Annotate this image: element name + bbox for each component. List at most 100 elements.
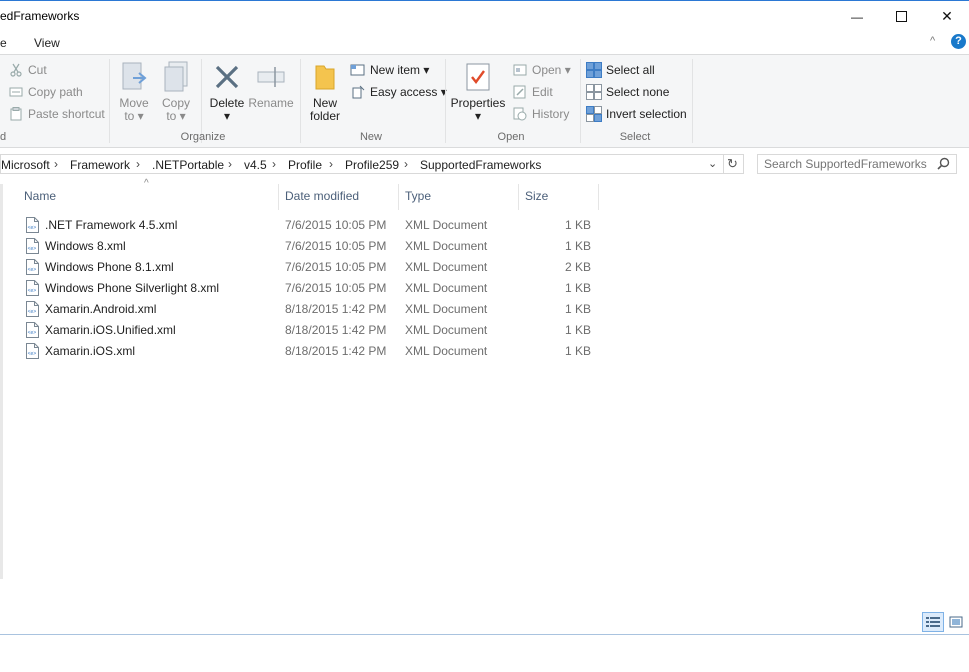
minimize-icon: — [851, 9, 863, 24]
breadcrumb-netportable[interactable]: .NETPortable [152, 158, 224, 172]
file-name: Windows Phone 8.1.xml [45, 260, 174, 274]
column-divider[interactable] [398, 184, 399, 210]
column-header-type[interactable]: Type [405, 189, 431, 203]
file-row[interactable]: <e> Windows Phone 8.1.xml 7/6/2015 10:05 P… [22, 257, 602, 278]
easy-access-button[interactable]: Easy access ▾ [350, 83, 447, 101]
sort-ascending-icon: ^ [144, 178, 149, 189]
file-date-modified: 7/6/2015 10:05 PM [285, 281, 387, 295]
copy-to-label-2: to [166, 109, 177, 123]
file-date-modified: 8/18/2015 1:42 PM [285, 302, 387, 316]
file-row[interactable]: <e> Windows Phone Silverlight 8.xml 7/6/20… [22, 278, 602, 299]
new-folder-button[interactable]: New folder [306, 61, 344, 123]
chevron-right-icon[interactable]: › [228, 157, 232, 171]
large-icons-view-button[interactable] [945, 612, 967, 632]
delete-button[interactable]: Delete ▾ [206, 61, 248, 123]
column-divider[interactable] [598, 184, 599, 210]
file-type: XML Document [405, 239, 488, 253]
copy-to-button[interactable]: Copy to ▾ [158, 61, 194, 123]
svg-text:<e>: <e> [28, 246, 37, 252]
move-to-label-2: to [124, 109, 135, 123]
column-header-name[interactable]: Name [24, 189, 56, 203]
file-type: XML Document [405, 281, 488, 295]
move-to-button[interactable]: Move to ▾ [116, 61, 152, 123]
file-name: Xamarin.iOS.Unified.xml [45, 323, 176, 337]
rename-label: Rename [248, 96, 294, 110]
search-input[interactable] [764, 156, 934, 172]
history-label: History [532, 107, 570, 121]
breadcrumb-v45[interactable]: v4.5 [244, 158, 267, 172]
xml-file-icon: <e> [26, 280, 39, 296]
column-divider[interactable] [518, 184, 519, 210]
ribbon: Cut Copy path Paste shortcut d Move to ▾… [0, 54, 969, 148]
column-header-size[interactable]: Size [525, 189, 548, 203]
refresh-icon[interactable]: ↻ [727, 156, 738, 172]
paste-shortcut-button[interactable]: Paste shortcut [8, 105, 105, 123]
breadcrumb-profile259[interactable]: Profile259 [345, 158, 399, 172]
chevron-right-icon[interactable]: › [272, 157, 276, 171]
tab-view[interactable]: View [34, 36, 60, 50]
xml-file-icon: <e> [26, 238, 39, 254]
move-to-label: Move [119, 96, 149, 110]
file-row[interactable]: <e> .NET Framework 4.5.xml 7/6/2015 10:05 … [22, 215, 602, 236]
breadcrumb-profile[interactable]: Profile [288, 158, 322, 172]
invert-selection-button[interactable]: Invert selection [586, 105, 687, 123]
file-size: 1 KB [564, 281, 591, 295]
file-name: .NET Framework 4.5.xml [45, 218, 178, 232]
chevron-right-icon[interactable]: › [54, 157, 58, 171]
history-button[interactable]: History [512, 105, 569, 123]
details-view-button[interactable] [922, 612, 944, 632]
file-type: XML Document [405, 218, 488, 232]
ribbon-separator [692, 59, 693, 143]
open-icon [512, 62, 528, 78]
search-box[interactable] [757, 154, 957, 174]
maximize-icon [895, 11, 907, 22]
search-icon[interactable] [937, 157, 950, 173]
select-none-label: Select none [606, 85, 670, 99]
column-divider[interactable] [278, 184, 279, 210]
xml-file-icon: <e> [26, 217, 39, 233]
column-header-date-modified[interactable]: Date modified [285, 189, 359, 203]
file-size: 2 KB [564, 260, 591, 274]
chevron-right-icon[interactable]: › [329, 157, 333, 171]
copy-path-label: Copy path [28, 85, 83, 99]
file-row[interactable]: <e> Xamarin.iOS.Unified.xml 8/18/2015 1:42… [22, 320, 602, 341]
chevron-right-icon[interactable]: › [404, 157, 408, 171]
file-date-modified: 8/18/2015 1:42 PM [285, 344, 387, 358]
minimize-button[interactable]: — [834, 1, 880, 32]
maximize-button[interactable] [878, 1, 924, 32]
cut-button[interactable]: Cut [8, 61, 47, 79]
select-none-button[interactable]: Select none [586, 83, 669, 101]
select-all-button[interactable]: Select all [586, 61, 655, 79]
open-button[interactable]: Open ▾ [512, 61, 571, 79]
file-date-modified: 8/18/2015 1:42 PM [285, 323, 387, 337]
navigation-pane-edge [0, 184, 3, 579]
breadcrumb-framework[interactable]: Framework [70, 158, 130, 172]
open-label: Open [532, 63, 562, 77]
breadcrumb-microsoft[interactable]: Microsoft [1, 158, 50, 172]
file-name: Windows Phone Silverlight 8.xml [45, 281, 220, 295]
collapse-ribbon-icon[interactable]: ^ [930, 35, 935, 47]
address-bar[interactable]: Microsoft › Framework › .NETPortable › v… [0, 154, 744, 174]
group-label-clipboard: d [0, 131, 7, 143]
tab-file[interactable]: e [0, 36, 7, 50]
file-date-modified: 7/6/2015 10:05 PM [285, 260, 387, 274]
chevron-right-icon[interactable]: › [136, 157, 140, 171]
properties-icon [462, 61, 494, 93]
edit-button[interactable]: Edit [512, 83, 553, 101]
breadcrumb-supportedframeworks[interactable]: SupportedFrameworks [420, 158, 541, 172]
properties-button[interactable]: Properties ▾ [450, 61, 506, 123]
file-size: 1 KB [564, 239, 591, 253]
help-icon[interactable]: ? [951, 34, 966, 49]
file-date-modified: 7/6/2015 10:05 PM [285, 239, 387, 253]
easy-access-icon [350, 84, 366, 100]
copy-path-button[interactable]: Copy path [8, 83, 83, 101]
delete-label: Delete [209, 96, 245, 110]
close-button[interactable]: ✕ [924, 1, 969, 32]
file-row[interactable]: <e> Xamarin.iOS.xml 8/18/2015 1:42 PM XML D… [22, 341, 602, 362]
address-history-dropdown-icon[interactable]: ⌄ [708, 157, 717, 170]
new-item-button[interactable]: New item ▾ [350, 61, 429, 79]
file-row[interactable]: <e> Xamarin.Android.xml 8/18/2015 1:42 PM X… [22, 299, 602, 320]
paste-shortcut-icon [8, 106, 24, 122]
file-row[interactable]: <e> Windows 8.xml 7/6/2015 10:05 PM XML Doc… [22, 236, 602, 257]
rename-button[interactable]: Rename [248, 61, 294, 110]
